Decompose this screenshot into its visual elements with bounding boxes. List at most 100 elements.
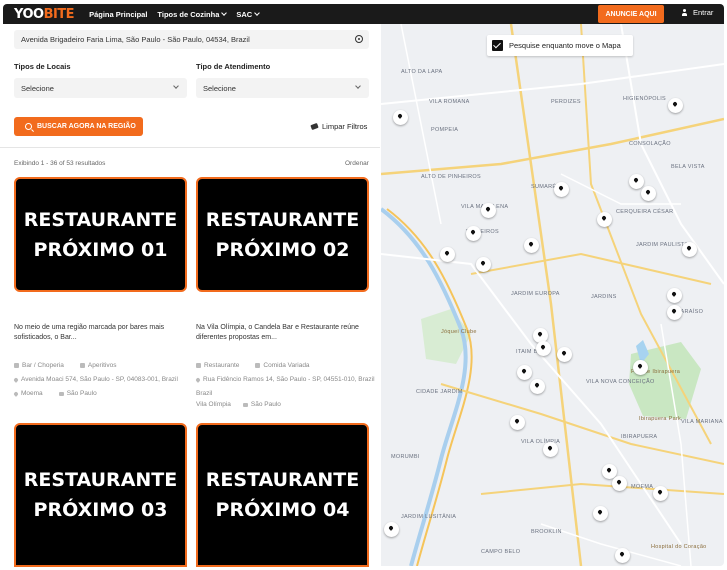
map-marker[interactable] xyxy=(517,365,532,380)
map-marker[interactable] xyxy=(668,98,683,113)
main-nav: Página Principal Tipos de Cozinha SAC xyxy=(89,9,261,19)
card-address-line2: Brazil xyxy=(196,390,213,397)
map-marker[interactable] xyxy=(466,226,481,241)
map-marker[interactable] xyxy=(554,182,569,197)
results-panel: Avenida Brigadeiro Faria Lima, São Paulo… xyxy=(0,24,380,570)
map-label: HIGIENÓPOLIS xyxy=(623,96,667,102)
clear-filters-button[interactable]: Limpar Filtros xyxy=(310,122,368,131)
chevron-down-icon xyxy=(173,83,179,89)
restaurant-card-image[interactable]: RESTAURANTE PRÓXIMO 04 xyxy=(196,423,369,567)
service-type-select[interactable]: Selecione xyxy=(196,78,369,98)
map-marker[interactable] xyxy=(682,242,697,257)
search-on-move-label: Pesquise enquanto move o Mapa xyxy=(509,41,621,50)
map-marker[interactable] xyxy=(667,305,682,320)
checkbox-checked-icon[interactable] xyxy=(492,40,503,51)
card-tag: Aperitivos xyxy=(87,362,117,369)
category-icon xyxy=(14,363,19,368)
card-city: São Paulo xyxy=(250,401,281,408)
map-label: MORUMBI xyxy=(391,454,420,460)
city-icon xyxy=(242,402,248,407)
map-marker[interactable] xyxy=(633,360,648,375)
map-label: JARDIM EUROPA xyxy=(511,291,560,297)
restaurant-card-image[interactable]: RESTAURANTE PRÓXIMO 02 xyxy=(196,177,369,292)
search-on-move-toggle[interactable]: Pesquise enquanto move o Mapa xyxy=(487,35,633,56)
map-marker[interactable] xyxy=(593,506,608,521)
login-label: Entrar xyxy=(693,8,714,17)
map-marker[interactable] xyxy=(667,288,682,303)
map-marker[interactable] xyxy=(641,186,656,201)
clear-filters-label: Limpar Filtros xyxy=(322,122,368,131)
card-tags: Restaurante Comida Variada xyxy=(196,362,310,369)
map-marker[interactable] xyxy=(612,476,627,491)
restaurant-card-image[interactable]: RESTAURANTE PRÓXIMO 01 xyxy=(14,177,187,292)
map-label: IBIRAPUERA xyxy=(621,434,658,440)
nav-cuisine-types[interactable]: Tipos de Cozinha xyxy=(157,9,228,19)
card-title-line1: RESTAURANTE xyxy=(205,469,360,491)
search-region-button[interactable]: BUSCAR AGORA NA REGIÃO xyxy=(14,117,143,136)
map-label: JARDIM LUSITÂNIA xyxy=(401,514,457,520)
nav-sac[interactable]: SAC xyxy=(236,9,261,19)
map-marker[interactable] xyxy=(510,415,525,430)
map-label: MOEMA xyxy=(631,484,654,490)
login-link[interactable]: Entrar xyxy=(681,8,713,17)
card-address: Rua Fidêncio Ramos 14, São Paulo - SP, 0… xyxy=(195,376,375,383)
chevron-down-icon xyxy=(355,83,361,89)
card-description: Na Vila Olímpia, o Candela Bar e Restaur… xyxy=(196,324,359,341)
chevron-down-icon xyxy=(254,9,261,16)
map-marker[interactable] xyxy=(536,341,551,356)
map-poi-label: Ibirapuera Park xyxy=(639,416,682,422)
card-neighborhood: Moema xyxy=(21,390,43,397)
tag-icon xyxy=(255,363,261,368)
map-marker[interactable] xyxy=(653,486,668,501)
card-category: Bar / Choperia xyxy=(22,362,64,369)
nav-home-label: Página Principal xyxy=(89,9,148,19)
map-view[interactable]: Pesquise enquanto move o Mapa ALTO DA LA… xyxy=(381,24,724,566)
card-location: Vila Olímpia São Paulo xyxy=(196,401,281,408)
tag-icon xyxy=(79,363,85,368)
nav-home[interactable]: Página Principal xyxy=(89,10,147,19)
city-icon xyxy=(58,391,64,396)
map-marker[interactable] xyxy=(597,212,612,227)
order-dropdown[interactable]: Ordenar xyxy=(345,160,369,167)
map-label: CIDADE JARDIM xyxy=(416,389,463,395)
card-title-line2: PRÓXIMO 02 xyxy=(215,238,350,261)
nav-sac-label: SAC xyxy=(236,9,253,19)
map-marker[interactable] xyxy=(530,379,545,394)
place-type-value: Selecione xyxy=(21,83,54,93)
user-icon xyxy=(681,9,688,16)
app-frame: YOO BITE Página Principal Tipos de Cozinh… xyxy=(0,0,727,570)
eraser-icon xyxy=(310,122,319,131)
chevron-down-icon xyxy=(221,9,228,16)
locate-icon[interactable] xyxy=(355,35,363,43)
map-label: CERQUEIRA CÉSAR xyxy=(616,209,674,215)
advertise-button[interactable]: ANUNCIE AQUI xyxy=(598,5,664,23)
service-type-value: Selecione xyxy=(203,83,236,93)
map-label: VILA MARIANA xyxy=(681,419,723,425)
address-input[interactable]: Avenida Brigadeiro Faria Lima, São Paulo… xyxy=(14,30,369,49)
map-marker[interactable] xyxy=(440,247,455,262)
logo-main: YOO xyxy=(14,6,44,22)
card-address-text: Avenida Moaci 574, São Paulo - SP, 04083… xyxy=(21,376,178,383)
map-marker[interactable] xyxy=(481,203,496,218)
map-marker[interactable] xyxy=(476,257,491,272)
map-label: VILA ROMANA xyxy=(429,99,470,105)
map-marker[interactable] xyxy=(384,522,399,537)
card-address-text: Rua Fidêncio Ramos 14, São Paulo - SP, 0… xyxy=(203,376,375,383)
map-marker[interactable] xyxy=(543,442,558,457)
card-category: Restaurante xyxy=(204,362,240,369)
map-marker[interactable] xyxy=(629,174,644,189)
category-icon xyxy=(196,363,201,368)
map-marker[interactable] xyxy=(557,347,572,362)
map-marker[interactable] xyxy=(524,238,539,253)
map-marker[interactable] xyxy=(615,548,630,563)
logo[interactable]: YOO BITE xyxy=(14,6,75,22)
place-type-select[interactable]: Selecione xyxy=(14,78,187,98)
map-label: BELA VISTA xyxy=(671,164,705,170)
search-button-label: BUSCAR AGORA NA REGIÃO xyxy=(37,123,136,130)
restaurant-card-image[interactable]: RESTAURANTE PRÓXIMO 03 xyxy=(14,423,187,567)
card-neighborhood: Vila Olímpia xyxy=(196,401,231,408)
map-marker[interactable] xyxy=(393,110,408,125)
map-label: SUMARÉ xyxy=(531,184,557,190)
card-title: RESTAURANTE PRÓXIMO 01 xyxy=(24,205,178,265)
map-poi-label: Jóquei Clube xyxy=(441,329,477,335)
